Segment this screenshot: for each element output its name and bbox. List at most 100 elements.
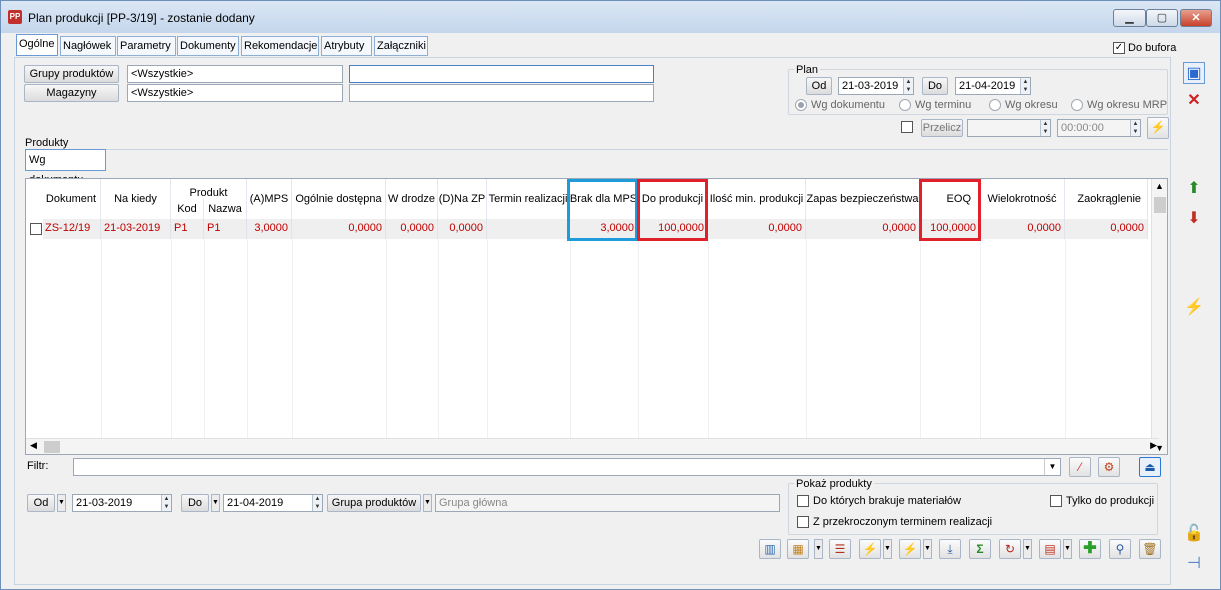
plan-do-date[interactable]: 21-04-2019 ▲ ▼ <box>955 77 1031 95</box>
sum-icon[interactable]: Σ <box>969 539 991 559</box>
filter-settings-icon[interactable]: ⚙ <box>1098 457 1120 477</box>
grupy-extra-field[interactable] <box>349 65 654 83</box>
przelicz-date[interactable]: ▲ ▼ <box>967 119 1051 137</box>
generate-icon[interactable]: ▦ <box>787 539 809 559</box>
cell-dokument[interactable]: ZS-12/19 <box>43 219 101 239</box>
cell-d-na-zp[interactable]: 0,0000 <box>438 219 487 239</box>
radio-wg-okresu[interactable] <box>989 99 1001 111</box>
tab-rekomendacje[interactable]: Rekomendacje <box>241 36 319 56</box>
download-icon[interactable]: ⬇ <box>1183 208 1205 230</box>
tab-atrybuty[interactable]: Atrybuty <box>321 36 372 56</box>
magazyny-button[interactable]: Magazyny <box>24 84 119 102</box>
cell-brak-dla-mps[interactable]: 3,0000 <box>570 219 638 239</box>
col-header-ogolnie-dostepna[interactable]: Ogólnie dostępna <box>292 179 386 219</box>
plan-do-button[interactable]: Do <box>922 77 948 95</box>
subtab-wg-dokumentu[interactable]: Wg dokumentu <box>25 149 106 186</box>
cell-ilosc-min-produkcji[interactable]: 0,0000 <box>708 219 806 239</box>
col-header-produkt[interactable]: Produkt <box>171 179 247 199</box>
grupa-dropdown[interactable]: ▼ <box>423 494 432 512</box>
col-header-eoq[interactable]: EOQ <box>920 179 980 219</box>
lightning-green-dropdown[interactable]: ▼ <box>923 539 932 559</box>
col-header-termin-realizacji[interactable]: Termin realizacji <box>487 179 570 219</box>
export-icon[interactable]: ⤓ <box>939 539 961 559</box>
bottom-od-button[interactable]: Od <box>27 494 55 512</box>
przelicz-time-spinner[interactable]: ▲ ▼ <box>1130 120 1140 136</box>
col-header-do-produkcji[interactable]: Do produkcji <box>638 179 708 219</box>
grupy-produktow-button[interactable]: Grupy produktów <box>24 65 119 83</box>
cell-wielokrotnosc[interactable]: 0,0000 <box>980 219 1065 239</box>
bottom-do-date[interactable]: 21-04-2019 ▲ ▼ <box>223 494 323 512</box>
col-header-ilosc-min-produkcji[interactable]: Ilość min. produkcji <box>708 179 806 219</box>
lightning-orange-icon[interactable]: ⚡ <box>859 539 881 559</box>
cell-a-mps[interactable]: 3,0000 <box>247 219 292 239</box>
cell-do-produkcji[interactable]: 100,0000 <box>638 219 708 239</box>
row-checkbox[interactable] <box>30 223 42 235</box>
cancel-icon[interactable]: ✕ <box>1183 90 1205 112</box>
col-header-zaokraglenie[interactable]: Zaokrąglenie <box>1065 179 1148 219</box>
cell-termin-realizacji[interactable] <box>487 219 570 239</box>
col-header-kod[interactable]: Kod <box>171 199 204 219</box>
col-header-brak-dla-mps[interactable]: Brak dla MPS <box>570 179 638 219</box>
generate-dropdown[interactable]: ▼ <box>814 539 823 559</box>
minimize-button[interactable]: ▁ <box>1113 9 1146 27</box>
cell-zaokraglenie[interactable]: 0,0000 <box>1065 219 1148 239</box>
tab-zalaczniki[interactable]: Załączniki <box>374 36 428 56</box>
refresh-icon[interactable]: ↻ <box>999 539 1021 559</box>
cell-zapas-bezpieczenstwa[interactable]: 0,0000 <box>806 219 920 239</box>
maximize-button[interactable]: ▢ <box>1146 9 1178 27</box>
lightning-green-icon[interactable]: ⚡ <box>899 539 921 559</box>
scroll-left-icon[interactable]: ◀ <box>30 440 37 451</box>
col-header-w-drodze[interactable]: W drodze <box>386 179 438 219</box>
vertical-scrollbar[interactable]: ▲ <box>1151 179 1167 454</box>
bottom-do-spinner[interactable]: ▲ ▼ <box>312 495 322 511</box>
cell-eoq[interactable]: 100,0000 <box>920 219 980 239</box>
lightning-blue-icon[interactable]: ⚡ <box>1183 297 1205 319</box>
przelicz-time[interactable]: 00:00:00 ▲ ▼ <box>1057 119 1141 137</box>
opt-brak-materialow-checkbox[interactable] <box>797 495 809 507</box>
upload-icon[interactable]: ⬆ <box>1183 178 1205 200</box>
bottom-do-button[interactable]: Do <box>181 494 209 512</box>
przelicz-checkbox[interactable] <box>901 121 913 133</box>
magazyny-extra-field[interactable] <box>349 84 654 102</box>
tab-ogolne[interactable]: Ogólne <box>16 34 58 56</box>
col-header-d-na-zp[interactable]: (D)Na ZP <box>438 179 487 219</box>
cell-nazwa[interactable]: P1 <box>204 219 247 239</box>
opt-przekroczony-termin-checkbox[interactable] <box>797 516 809 528</box>
bottom-od-date[interactable]: 21-03-2019 ▲ ▼ <box>72 494 172 512</box>
search-icon[interactable]: ⚲ <box>1109 539 1131 559</box>
scroll-down-icon[interactable]: ▼ <box>1155 443 1164 453</box>
add-icon[interactable]: ✚ <box>1079 539 1101 559</box>
bottom-od-spinner[interactable]: ▲ ▼ <box>161 495 171 511</box>
tab-naglowek[interactable]: Nagłówek <box>60 36 116 56</box>
document-icon[interactable]: ▤ <box>1039 539 1061 559</box>
tab-dokumenty[interactable]: Dokumenty <box>177 36 239 56</box>
bottom-od-dropdown[interactable]: ▼ <box>57 494 66 512</box>
radio-wg-okresu-mrp[interactable] <box>1071 99 1083 111</box>
tab-parametry[interactable]: Parametry <box>117 36 176 56</box>
cell-w-drodze[interactable]: 0,0000 <box>386 219 438 239</box>
filtr-dropdown-icon[interactable]: ▼ <box>1044 459 1060 475</box>
scroll-up-icon[interactable]: ▲ <box>1155 181 1164 191</box>
plan-od-spinner[interactable]: ▲ ▼ <box>903 78 913 94</box>
col-header-na-kiedy[interactable]: Na kiedy <box>101 179 171 219</box>
filtr-input[interactable] <box>73 458 1061 476</box>
chart-icon[interactable]: ▥ <box>759 539 781 559</box>
col-header-zapas-bezpieczenstwa[interactable]: Zapas bezpieczeństwa <box>806 179 920 219</box>
plan-od-button[interactable]: Od <box>806 77 832 95</box>
scroll-thumb[interactable] <box>1154 197 1166 213</box>
col-header-wielokrotnosc[interactable]: Wielokrotność <box>980 179 1065 219</box>
filter-clear-icon[interactable]: ⁄ <box>1069 457 1091 477</box>
cell-ogolnie-dostepna[interactable]: 0,0000 <box>292 219 386 239</box>
horizontal-scrollbar[interactable]: ◀ ▶ <box>26 438 1159 454</box>
przelicz-spinner[interactable]: ▲ ▼ <box>1040 120 1050 136</box>
plan-do-spinner[interactable]: ▲ ▼ <box>1020 78 1030 94</box>
cell-na-kiedy[interactable]: 21-03-2019 <box>101 219 171 239</box>
lock-icon[interactable]: 🔓 <box>1183 523 1205 545</box>
grupa-produktow-button[interactable]: Grupa produktów <box>327 494 421 512</box>
list-icon[interactable]: ☰ <box>829 539 851 559</box>
save-icon[interactable]: ▣ <box>1183 62 1205 84</box>
opt-tylko-do-produkcji-checkbox[interactable] <box>1050 495 1062 507</box>
radio-wg-dokumentu[interactable] <box>795 99 807 111</box>
document-dropdown[interactable]: ▼ <box>1063 539 1072 559</box>
hscroll-thumb[interactable] <box>44 441 60 453</box>
